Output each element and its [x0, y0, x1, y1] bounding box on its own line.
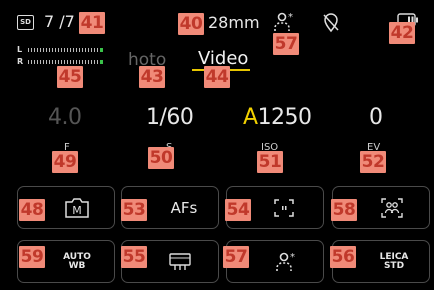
audio-meter-left	[28, 48, 103, 52]
callout-53: 53	[121, 199, 147, 221]
callout-56: 56	[330, 246, 356, 268]
callout-57b: 57	[223, 246, 249, 268]
ev-value[interactable]: 0	[369, 105, 383, 130]
meter-right-label: R	[17, 57, 24, 66]
callout-54: 54	[225, 199, 251, 221]
video-format-icon	[168, 251, 192, 273]
face-detect-icon: *	[272, 10, 296, 34]
gps-off-icon	[322, 13, 340, 33]
af-mode-label: AFs	[170, 198, 198, 217]
iso-value[interactable]: A1250	[243, 105, 312, 130]
white-balance-label: AUTO WB	[63, 251, 91, 271]
callout-58: 58	[331, 199, 357, 221]
callout-51: 51	[257, 151, 283, 173]
callout-50: 50	[148, 147, 174, 169]
callout-45: 45	[57, 66, 83, 88]
svg-text:M: M	[72, 204, 82, 217]
sd-card-icon: SD	[17, 15, 34, 30]
film-style-label: LEICA STD	[379, 251, 409, 271]
meter-left-label: L	[17, 45, 23, 54]
callout-41: 41	[79, 12, 105, 34]
callout-40: 40	[178, 13, 204, 35]
callout-43: 43	[139, 66, 165, 88]
face-detect-icon: *	[274, 250, 298, 274]
callout-44: 44	[204, 66, 230, 88]
iso-auto-indicator: A	[243, 105, 258, 130]
shutter-value[interactable]: 1/60	[146, 105, 194, 130]
svg-text:*: *	[290, 252, 295, 263]
svg-text:*: *	[288, 12, 293, 23]
callout-48: 48	[19, 199, 45, 221]
focus-frame-icon	[273, 198, 295, 218]
aperture-value[interactable]: 4.0	[48, 105, 82, 130]
callout-42: 42	[389, 22, 415, 44]
focal-length: 28mm	[208, 13, 260, 32]
callout-49: 49	[52, 151, 78, 173]
callout-52: 52	[360, 151, 386, 173]
callout-55: 55	[121, 246, 147, 268]
audio-meter-right	[28, 60, 103, 64]
m-mode-icon: M	[64, 196, 90, 220]
iso-number: 1250	[257, 105, 313, 130]
face-detect-multi-icon	[380, 197, 404, 219]
callout-59: 59	[19, 246, 45, 268]
callout-57: 57	[273, 33, 299, 55]
